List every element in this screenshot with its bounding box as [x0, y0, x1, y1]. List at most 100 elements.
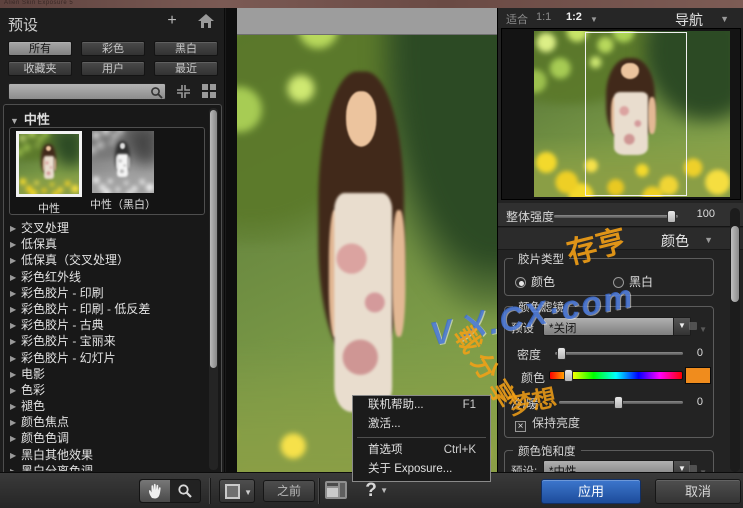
hand-icon [149, 483, 161, 499]
category-label: 电影 [21, 366, 46, 381]
radio-color[interactable]: 颜色 [515, 273, 555, 290]
add-preset-button[interactable]: + [163, 12, 181, 30]
split-dropdown-icon[interactable]: ▼ [244, 488, 252, 497]
filter-preset-menu-icon[interactable]: ▼ [689, 321, 707, 334]
checkbox-checked-icon[interactable]: × [515, 421, 526, 432]
zoom-1-1-button[interactable]: 1:1 [536, 11, 551, 23]
tool-group [139, 479, 201, 503]
preset-thumb-label: 中性（黑白） [90, 199, 156, 211]
color-panel-header[interactable]: 颜色 ▼ [498, 228, 743, 250]
adjustments-scrollbar[interactable] [730, 208, 740, 472]
category-label: 黑白其他效果 [21, 447, 94, 462]
slider-thumb[interactable] [557, 347, 566, 360]
split-view-button[interactable]: ▼ [219, 479, 255, 503]
density-slider[interactable] [555, 347, 683, 360]
navigator-collapse-icon[interactable]: ▼ [720, 14, 729, 24]
category-film-print-lowcontrast[interactable]: ▶ 彩色胶片 - 印刷 - 低反差 [10, 300, 208, 316]
collapse-all-icon[interactable] [176, 84, 192, 100]
category-bw-splittone[interactable]: ▶黑白分离色调 [10, 462, 208, 471]
scrollbar-thumb[interactable] [731, 226, 739, 302]
expand-arrow-icon: ▶ [10, 434, 17, 444]
color-filter-group: 颜色滤镜 预设 *关闭 ▼ ▼ 密度 0 颜色 冷/暖 0 × 保持亮度 [504, 299, 714, 438]
expand-arrow-icon: ▶ [10, 467, 21, 471]
hue-slider[interactable] [549, 369, 683, 382]
preset-filter-buttons: 所有 彩色 黑白 收藏夹 用户 最近 [8, 41, 218, 76]
help-button[interactable]: ? ▼ [358, 479, 388, 504]
category-color[interactable]: ▶ 色彩 [10, 381, 208, 397]
preset-thumb-neutral[interactable]: 中性 [16, 131, 82, 216]
color-panel-collapse-icon[interactable]: ▼ [704, 235, 713, 245]
expand-arrow-icon: ▶ [10, 272, 17, 282]
cancel-button[interactable]: 取消 [655, 479, 741, 504]
category-film-slide[interactable]: ▶ 彩色胶片 - 幻灯片 [10, 349, 208, 365]
search-input[interactable] [12, 85, 142, 98]
scrollbar-thumb[interactable] [210, 110, 217, 368]
category-color-infrared[interactable]: ▶ 彩色红外线 [10, 268, 208, 284]
preserve-brightness-row[interactable]: × 保持亮度 [515, 414, 580, 432]
preset-category-list: ▶ 交叉处理 ▶ 低保真 ▶ 低保真（交叉处理） ▶ 彩色红外线 ▶ 彩色胶片 - 印刷 … [10, 219, 208, 471]
slider-thumb[interactable] [667, 210, 676, 223]
filter-color-label: 颜色 [521, 371, 546, 385]
overall-strength-slider[interactable] [554, 210, 678, 223]
navigator-thumbnail[interactable] [534, 31, 730, 197]
density-label: 密度 [517, 348, 542, 362]
warm-cool-slider[interactable] [559, 396, 683, 409]
zoom-1-2-button[interactable]: 1:2 [566, 11, 582, 23]
apply-button[interactable]: 应用 [541, 479, 641, 504]
category-film-classic[interactable]: ▶ 彩色胶片 - 古典 [10, 316, 208, 332]
radio-bw[interactable]: 黑白 [613, 273, 653, 290]
zoom-tool-button[interactable] [170, 480, 200, 502]
filter-favorites-button[interactable]: 收藏夹 [8, 61, 72, 76]
menu-item-preferences[interactable]: 首选项 Ctrl+K [353, 441, 490, 460]
category-bw-other[interactable]: ▶ 黑白其他效果 [10, 446, 208, 462]
radio-color-label: 颜色 [531, 275, 556, 289]
filter-user-button[interactable]: 用户 [81, 61, 145, 76]
presets-panel-title: 预设 [8, 17, 39, 34]
before-button[interactable]: 之前 [263, 480, 315, 502]
section-neutral[interactable]: ▼ 中性 [10, 109, 50, 128]
menu-item-about[interactable]: 关于 Exposure... [353, 460, 490, 479]
filter-preset-dropdown[interactable]: *关闭 ▼ [543, 317, 691, 336]
preset-list-scrollbar[interactable] [209, 108, 218, 470]
filter-recent-button[interactable]: 最近 [154, 61, 218, 76]
category-film-print[interactable]: ▶ 彩色胶片 - 印刷 [10, 284, 208, 300]
menu-shortcut: Ctrl+K [443, 444, 476, 456]
hand-tool-button[interactable] [140, 480, 170, 502]
category-cross-process[interactable]: ▶ 交叉处理 [10, 219, 208, 235]
zoom-dropdown-icon[interactable]: ▼ [590, 15, 598, 24]
menu-item-activate[interactable]: 激活... [353, 415, 490, 434]
category-fade[interactable]: ▶ 褪色 [10, 397, 208, 413]
menu-item-label: 首选项 [368, 444, 403, 456]
filter-bw-button[interactable]: 黑白 [154, 41, 218, 56]
category-film-polaroid[interactable]: ▶ 彩色胶片 - 宝丽来 [10, 332, 208, 348]
category-color-tone[interactable]: ▶ 颜色色调 [10, 429, 208, 445]
thumb-photo-bw [92, 131, 154, 193]
preset-thumb-neutral-bw[interactable]: 中性（黑白） [90, 131, 156, 212]
navigator-view-rectangle[interactable] [584, 32, 687, 196]
exposure-plugin-window: Alien Skin Exposure 5 预设 + 所有 彩色 黑白 收藏夹 … [0, 0, 743, 508]
window-title: Alien Skin Exposure 5 [4, 0, 74, 6]
slider-thumb[interactable] [614, 396, 623, 409]
film-type-label: 胶片类型 [513, 251, 569, 267]
warm-cool-value: 0 [696, 396, 703, 408]
expand-arrow-icon: ▶ [10, 304, 17, 314]
menu-item-label: 联机帮助... [368, 399, 424, 411]
category-lofi[interactable]: ▶ 低保真 [10, 235, 208, 251]
search-box[interactable] [8, 83, 166, 100]
filter-color-button[interactable]: 彩色 [81, 41, 145, 56]
color-swatch[interactable] [685, 367, 711, 384]
panels-toggle-button[interactable] [325, 481, 349, 501]
zoom-fit-button[interactable]: 适合 [506, 11, 528, 27]
menu-item-online-help[interactable]: 联机帮助... F1 [353, 396, 490, 415]
magnifier-icon [178, 484, 192, 498]
filter-all-button[interactable]: 所有 [8, 41, 72, 56]
category-color-focus[interactable]: ▶ 颜色焦点 [10, 413, 208, 429]
thumbnail-view-icon[interactable] [202, 84, 218, 100]
density-row: 密度 0 [505, 344, 713, 362]
home-icon[interactable] [198, 14, 214, 28]
slider-thumb[interactable] [564, 369, 573, 382]
category-lofi-cross[interactable]: ▶ 低保真（交叉处理） [10, 251, 208, 267]
split-view-icon [225, 484, 240, 499]
dropdown-arrow-icon[interactable]: ▼ [673, 318, 690, 335]
category-cinema[interactable]: ▶ 电影 [10, 365, 208, 381]
